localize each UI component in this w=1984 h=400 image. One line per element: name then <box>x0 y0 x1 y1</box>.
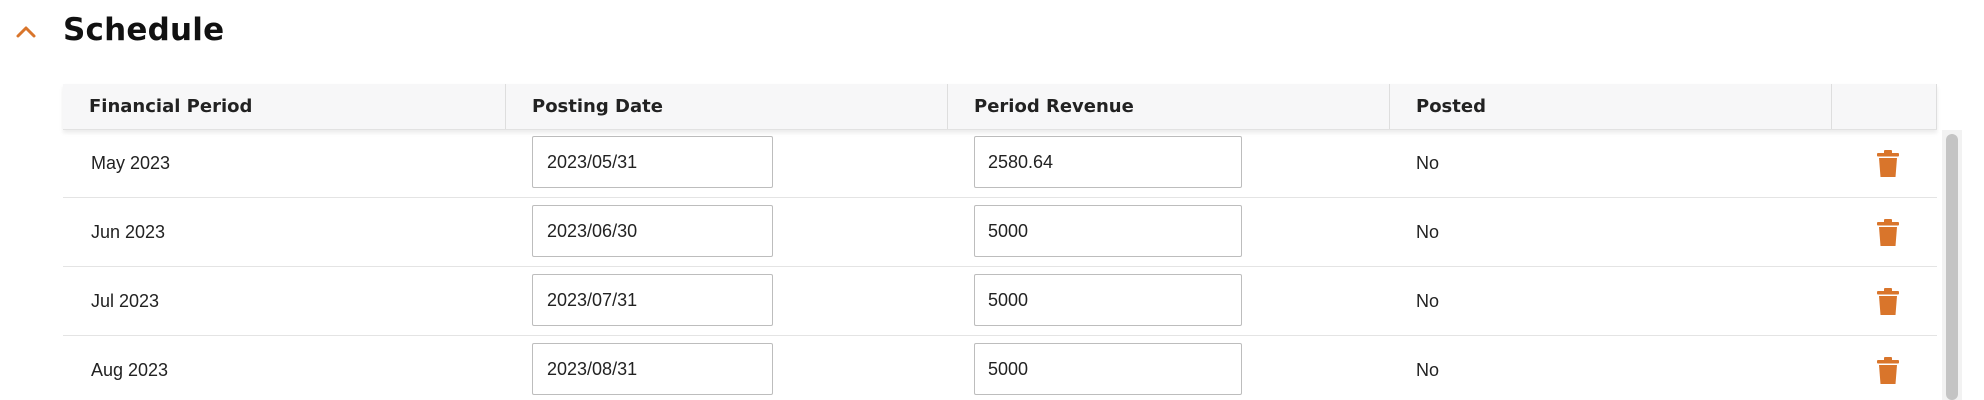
period-revenue-input[interactable] <box>974 136 1242 188</box>
trash-icon[interactable] <box>1876 219 1900 247</box>
period-revenue-input[interactable] <box>974 274 1242 326</box>
trash-icon[interactable] <box>1876 288 1900 316</box>
vertical-scrollbar[interactable] <box>1942 130 1962 400</box>
scrollbar-thumb[interactable] <box>1946 134 1958 400</box>
table-body: May 2023 No Jun 2023 No Jul 2023 <box>63 129 1937 400</box>
chevron-up-icon[interactable] <box>14 20 38 44</box>
table-row: Jun 2023 No <box>63 198 1937 267</box>
column-header-posted[interactable]: Posted <box>1390 84 1832 129</box>
trash-icon[interactable] <box>1876 150 1900 178</box>
column-header-period-revenue[interactable]: Period Revenue <box>948 84 1390 129</box>
posting-date-input[interactable] <box>532 136 773 188</box>
table-row: May 2023 No <box>63 129 1937 198</box>
column-header-actions <box>1832 84 1937 129</box>
period-revenue-input[interactable] <box>974 205 1242 257</box>
financial-period-cell: Aug 2023 <box>91 360 169 380</box>
schedule-table: Financial Period Posting Date Period Rev… <box>63 84 1937 400</box>
posting-date-input[interactable] <box>532 205 773 257</box>
column-header-posting-date[interactable]: Posting Date <box>506 84 948 129</box>
trash-icon[interactable] <box>1876 357 1900 385</box>
financial-period-cell: Jul 2023 <box>91 291 160 311</box>
posted-cell: No <box>1416 360 1440 380</box>
column-header-financial-period[interactable]: Financial Period <box>63 84 506 129</box>
table-row: Jul 2023 No <box>63 267 1937 336</box>
posting-date-input[interactable] <box>532 343 773 395</box>
posted-cell: No <box>1416 153 1440 173</box>
period-revenue-input[interactable] <box>974 343 1242 395</box>
posted-cell: No <box>1416 222 1440 242</box>
financial-period-cell: May 2023 <box>91 153 171 173</box>
financial-period-cell: Jun 2023 <box>91 222 166 242</box>
table-row: Aug 2023 No <box>63 336 1937 400</box>
section-title: Schedule <box>63 12 225 48</box>
posting-date-input[interactable] <box>532 274 773 326</box>
posted-cell: No <box>1416 291 1440 311</box>
schedule-section-header: Schedule <box>0 0 1984 66</box>
table-header: Financial Period Posting Date Period Rev… <box>63 84 1937 130</box>
